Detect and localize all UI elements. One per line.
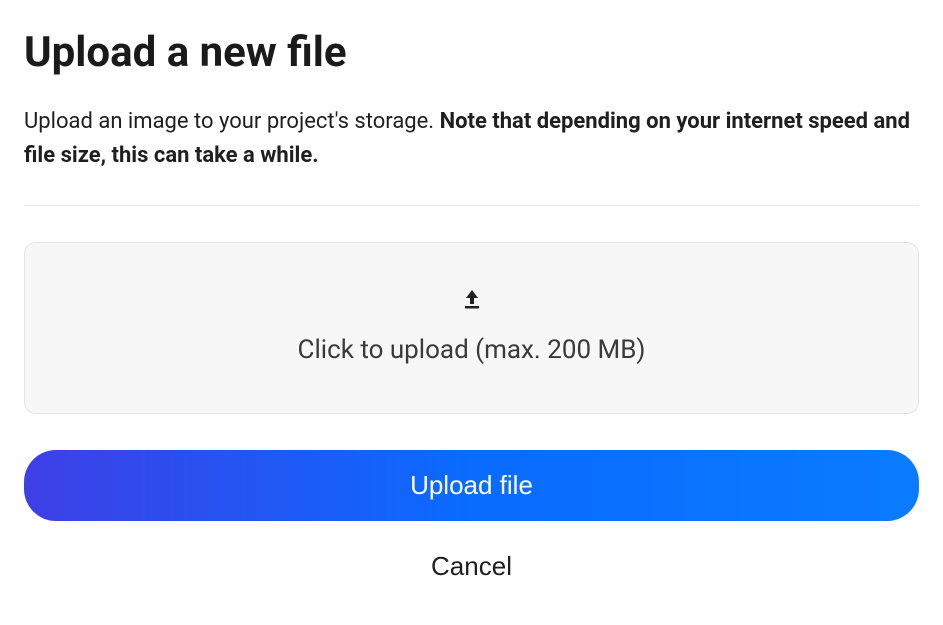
- dropzone-label: Click to upload (max. 200 MB): [298, 335, 646, 365]
- dialog-description: Upload an image to your project's storag…: [24, 105, 919, 173]
- upload-file-button[interactable]: Upload file: [24, 450, 919, 521]
- description-text-normal: Upload an image to your project's storag…: [24, 109, 440, 134]
- divider: [24, 205, 919, 206]
- file-dropzone[interactable]: Click to upload (max. 200 MB): [24, 242, 919, 414]
- dialog-title: Upload a new file: [24, 28, 919, 77]
- cancel-button[interactable]: Cancel: [24, 545, 919, 588]
- upload-icon: [460, 287, 484, 315]
